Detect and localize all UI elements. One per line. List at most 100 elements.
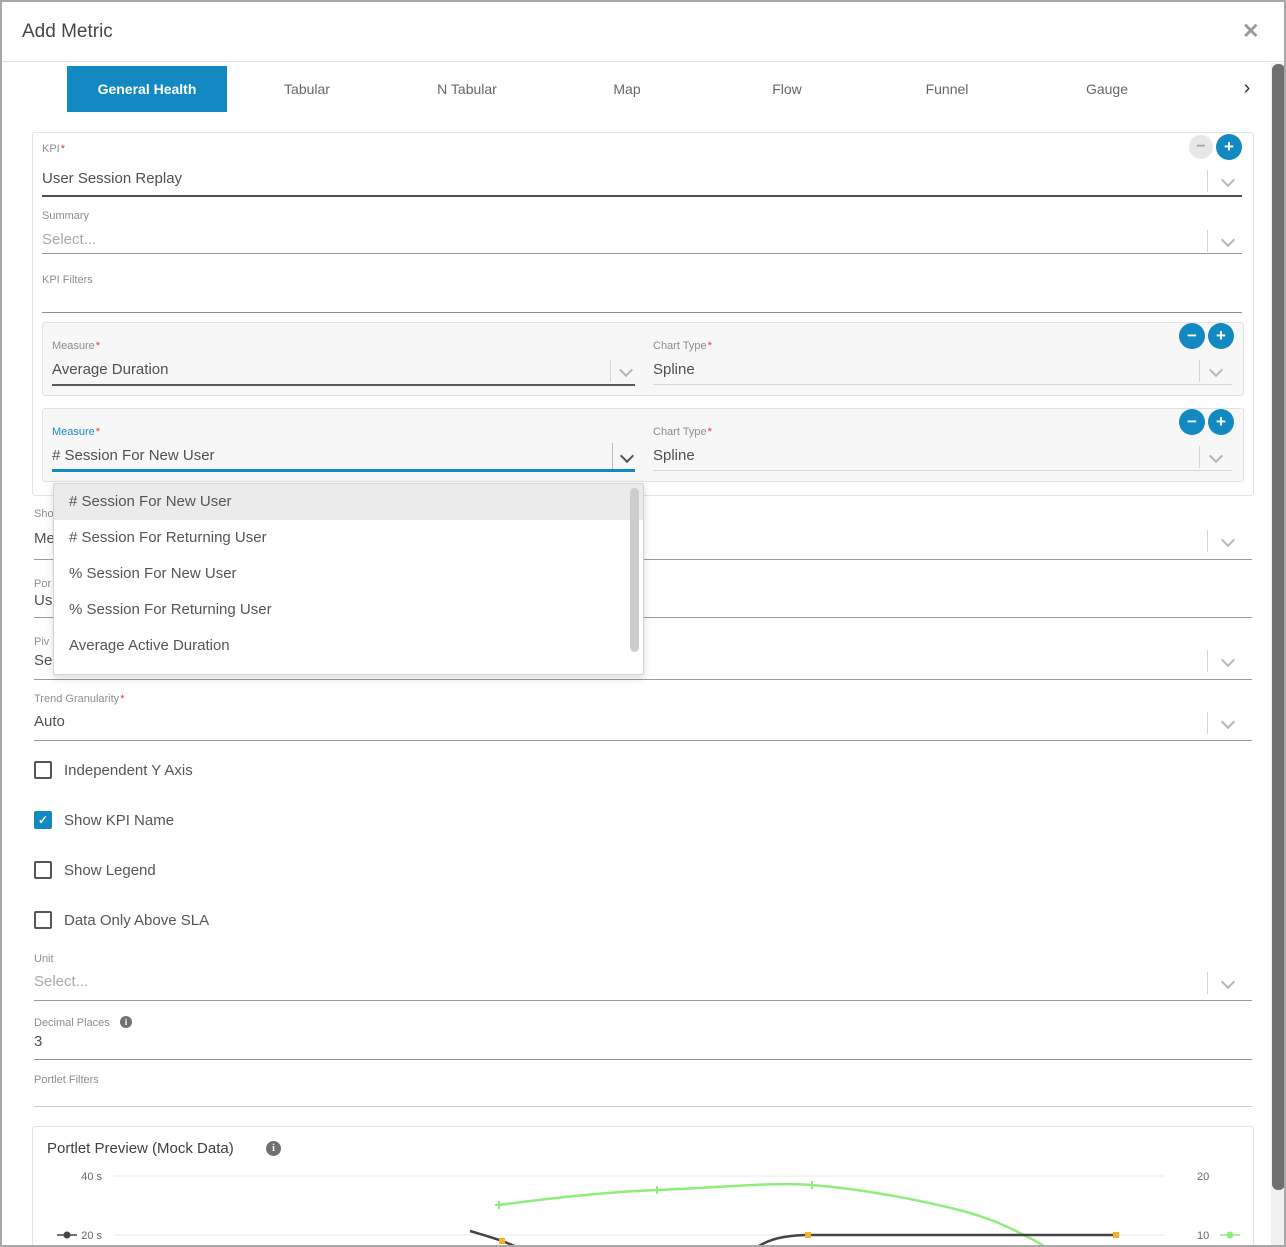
measure-1-select-value[interactable]: Average Duration [52,361,168,379]
occluded-field-1-value[interactable]: Me [34,530,55,548]
chart-type-1-select-value[interactable]: Spline [653,361,695,379]
dark-series-point-marker [499,1238,505,1244]
measure-dropdown-list: # Session For New User # Session For Ret… [53,483,644,675]
dropdown-option-5[interactable]: Average Active Duration [54,628,643,664]
dialog-header: Add Metric ✕ [2,2,1284,62]
chart-type-1-label: Chart Type* [653,340,712,353]
required-asterisk: * [96,426,100,438]
occluded-field-3-chevron-down-icon[interactable] [1221,653,1235,667]
trend-granularity-divider [1207,712,1208,734]
remove-kpi-button[interactable]: − [1189,135,1213,159]
right-axis-tick-20: 20 [1197,1171,1209,1183]
add-kpi-button[interactable]: + [1216,134,1242,160]
remove-measure-2-button[interactable]: − [1179,409,1205,435]
unit-select-placeholder[interactable]: Select... [34,973,88,991]
tab-funnel[interactable]: Funnel [867,66,1027,112]
green-series-point-marker [653,1186,661,1194]
independent-y-axis-label: Independent Y Axis [64,762,193,780]
occluded-field-1-chevron-down-icon[interactable] [1221,533,1235,547]
left-axis-tick-20s: 20 s [81,1230,102,1242]
dialog-title: Add Metric [22,2,113,61]
dark-series-point-marker [805,1232,811,1238]
decimal-places-input-value[interactable]: 3 [34,1033,42,1051]
unit-select-divider [1207,972,1208,994]
kpi-underline [42,195,1242,197]
portlet-filters-underline [34,1106,1252,1107]
required-asterisk: * [708,340,712,352]
close-icon[interactable]: ✕ [1242,19,1260,44]
occluded-field-3-underline [34,679,1252,680]
left-axis-tick-40s: 40 s [81,1171,102,1183]
tab-tabular[interactable]: Tabular [227,66,387,112]
show-legend-label: Show Legend [64,862,156,880]
tab-map[interactable]: Map [547,66,707,112]
occluded-field-3-label: Piv [34,636,49,649]
occluded-field-3-divider [1207,650,1208,672]
summary-underline [42,253,1242,254]
measure-2-select-divider [612,443,613,471]
right-axis-series-marker-icon [1220,1232,1240,1239]
occluded-field-3-value[interactable]: Se [34,652,52,670]
unit-label: Unit [34,953,54,966]
add-measure-2-button[interactable]: + [1208,409,1234,435]
chart-type-2-select-divider [1199,446,1200,468]
data-only-above-sla-checkbox[interactable] [34,911,52,929]
tab-n-tabular[interactable]: N Tabular [387,66,547,112]
summary-select-placeholder[interactable]: Select... [42,231,96,249]
trend-granularity-chevron-down-icon[interactable] [1221,715,1235,729]
decimal-places-label: Decimal Places [34,1017,110,1030]
trend-granularity-select-value[interactable]: Auto [34,713,65,731]
dark-spline-series-segment-b [746,1235,1116,1247]
right-axis-tick-10: 10 [1197,1230,1209,1242]
tab-bar: General HealthTabularN TabularMapFlowFun… [67,66,1187,112]
dropdown-option-4[interactable]: % Session For Returning User [54,592,643,628]
chart-type-2-select-value[interactable]: Spline [653,447,695,465]
unit-chevron-down-icon[interactable] [1221,975,1235,989]
tab-gauge[interactable]: Gauge [1027,66,1187,112]
more-tabs-chevron-icon[interactable]: › [1232,66,1262,112]
dropdown-option-2[interactable]: # Session For Returning User [54,520,643,556]
data-only-above-sla-label: Data Only Above SLA [64,912,209,930]
chart-type-1-underline [653,384,1232,385]
add-metric-dialog: Add Metric ✕ General HealthTabularN Tabu… [0,0,1286,1247]
dropdown-option-3[interactable]: % Session For New User [54,556,643,592]
independent-y-axis-checkbox[interactable] [34,761,52,779]
measure-1-label: Measure* [52,340,100,353]
add-measure-1-button[interactable]: + [1208,323,1234,349]
trend-granularity-label: Trend Granularity* [34,693,124,706]
chart-type-1-select-divider [1199,360,1200,382]
occluded-field-2-value[interactable]: Us [34,592,52,610]
required-asterisk: * [120,693,124,705]
show-kpi-name-checkbox[interactable]: ✓ [34,811,52,829]
occluded-field-1-divider [1207,530,1208,552]
decimal-places-underline [34,1059,1252,1060]
measure-1-underline [52,384,635,386]
show-legend-checkbox[interactable] [34,861,52,879]
dropdown-scrollbar-thumb[interactable] [630,488,639,652]
kpi-filters-underline [42,312,1242,313]
required-asterisk: * [61,143,65,155]
required-asterisk: * [96,340,100,352]
occluded-field-1-label: Sho [34,508,54,521]
tab-flow[interactable]: Flow [707,66,867,112]
vertical-scrollbar-thumb[interactable] [1272,64,1285,1190]
required-asterisk: * [708,426,712,438]
tab-general-health[interactable]: General Health [67,66,227,112]
trend-granularity-underline [34,740,1252,741]
measure-2-label: Measure* [52,426,100,439]
green-series-point-marker [495,1201,503,1209]
measure-1-select-divider [610,360,611,382]
measure-2-select-value[interactable]: # Session For New User [52,447,215,465]
summary-select-divider [1207,230,1208,252]
occluded-field-2-label: Por [34,578,51,591]
kpi-select-value[interactable]: User Session Replay [42,170,182,188]
unit-underline [34,1000,1252,1001]
decimal-places-info-icon[interactable]: i [120,1016,132,1028]
dropdown-option-1[interactable]: # Session For New User [54,484,643,520]
measure-2-underline-focused [52,469,635,472]
show-kpi-name-label: Show KPI Name [64,812,174,830]
remove-measure-1-button[interactable]: − [1179,323,1205,349]
kpi-label: KPI* [42,143,65,156]
left-axis-series-marker-icon [57,1232,77,1239]
kpi-filters-label: KPI Filters [42,274,93,287]
